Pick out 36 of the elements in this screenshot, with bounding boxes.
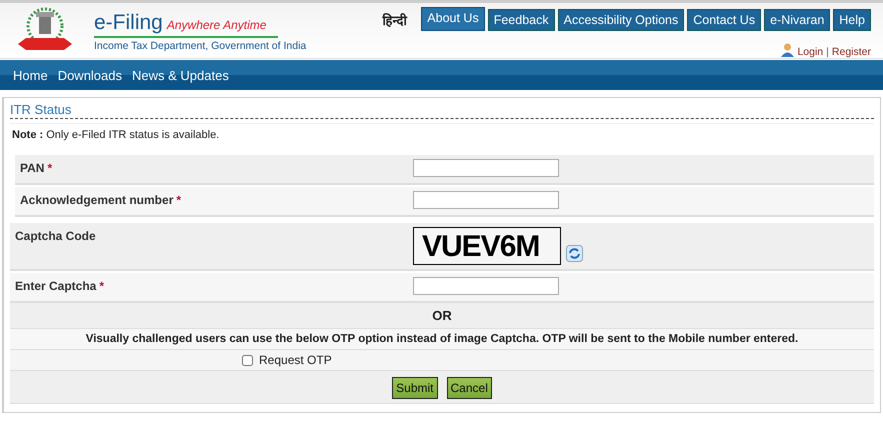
text-input-field[interactable]: [413, 159, 559, 177]
top-nav-link[interactable]: e-Nivaran: [764, 9, 830, 31]
or-text: OR: [10, 303, 874, 329]
submit-button[interactable]: Submit: [392, 377, 438, 399]
tagline: Anywhere Anytime: [166, 18, 266, 32]
otp-info-text: Visually challenged users can use the below OTP option instead of image Captcha. OTP will be sent to the Mobile number entered.: [10, 329, 874, 350]
request-otp-checkbox[interactable]: [242, 354, 253, 366]
subtitle: Income Tax Department, Government of India: [94, 40, 306, 52]
cancel-button[interactable]: Cancel: [446, 377, 492, 399]
top-nav-link[interactable]: Help: [833, 9, 871, 31]
nav-link[interactable]: News & Updates: [132, 68, 229, 82]
language-link[interactable]: हिन्दी: [382, 11, 406, 29]
required-mark: *: [99, 279, 104, 293]
top-nav-link[interactable]: Accessibility Options: [558, 9, 684, 31]
nav-link[interactable]: Downloads: [58, 68, 122, 82]
field-label: Acknowledgement number: [20, 193, 174, 207]
site-title: e-Filing: [94, 11, 163, 34]
top-nav-link[interactable]: Feedback: [488, 9, 555, 31]
text-input-field[interactable]: [413, 191, 559, 209]
separator: |: [826, 46, 829, 58]
captcha-image: VUEV6M: [413, 227, 561, 265]
field-label: PAN: [20, 161, 44, 175]
nav-link[interactable]: Home: [13, 68, 48, 82]
top-nav-link[interactable]: Contact Us: [687, 9, 762, 31]
refresh-icon[interactable]: [566, 244, 583, 262]
top-nav-link[interactable]: About Us: [421, 6, 485, 30]
request-otp-label: Request OTP: [259, 353, 332, 367]
field-label: Enter Captcha: [15, 279, 96, 293]
required-mark: *: [176, 193, 182, 207]
field-label: Captcha Code: [15, 229, 96, 243]
login-link[interactable]: Login: [797, 46, 824, 58]
required-mark: *: [47, 161, 52, 175]
text-input-field[interactable]: [413, 277, 559, 295]
register-link[interactable]: Register: [832, 46, 871, 58]
user-icon: [781, 43, 794, 57]
section-title: ITR Status: [10, 102, 874, 119]
